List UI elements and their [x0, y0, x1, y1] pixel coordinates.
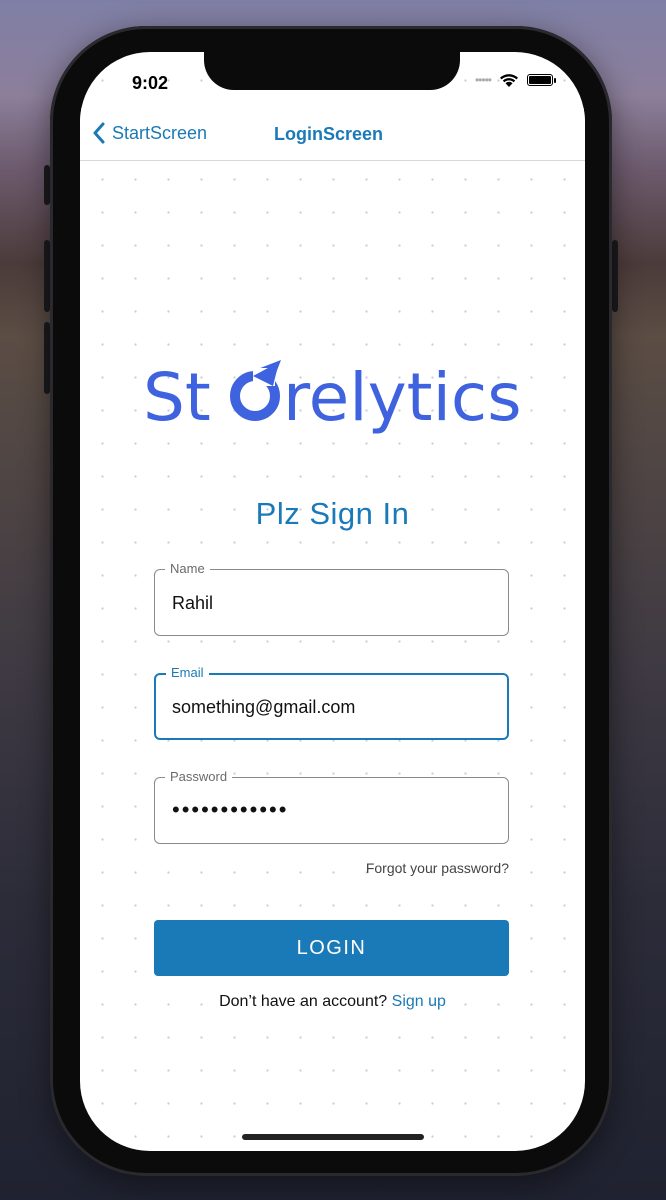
nav-title: LoginScreen [274, 124, 384, 144]
power-button [612, 240, 618, 312]
app-screen: 9:02 ••••• StartScreen LoginScreen St re… [80, 52, 585, 1151]
password-field-value: •••••••••••• [172, 797, 289, 822]
svg-text:St: St [143, 359, 211, 436]
battery-icon [527, 74, 556, 86]
status-time: 9:02 [132, 73, 169, 93]
email-field[interactable]: Email something@gmail.com [154, 665, 509, 740]
email-field-value: something@gmail.com [172, 697, 356, 717]
signup-prompt: Don’t have an account? Sign up [80, 993, 585, 1011]
name-field-label: Name [165, 561, 210, 576]
login-button[interactable]: LOGIN [154, 920, 509, 976]
name-field-value: Rahil [172, 593, 214, 613]
signup-prompt-text: Don’t have an account? [219, 993, 388, 1010]
password-field[interactable]: Password •••••••••••• [154, 769, 509, 844]
email-field-label: Email [166, 665, 209, 680]
forgot-password-link[interactable]: Forgot your password? [366, 860, 509, 876]
name-field[interactable]: Name Rahil [154, 561, 509, 636]
status-icons: ••••• [474, 72, 556, 88]
wifi-icon [500, 74, 518, 87]
storelytics-logo: St relytics [143, 359, 522, 436]
signal-dots-icon: ••••• [474, 73, 492, 87]
password-field-label: Password [165, 769, 233, 784]
page-heading: Plz Sign In [255, 496, 410, 531]
signup-link[interactable]: Sign up [392, 993, 446, 1010]
chevron-left-icon [93, 122, 105, 144]
home-indicator[interactable] [242, 1134, 424, 1140]
svg-text:relytics: relytics [283, 359, 522, 436]
back-button-label: StartScreen [112, 122, 208, 143]
back-button[interactable]: StartScreen [92, 122, 207, 144]
notch [204, 52, 460, 90]
